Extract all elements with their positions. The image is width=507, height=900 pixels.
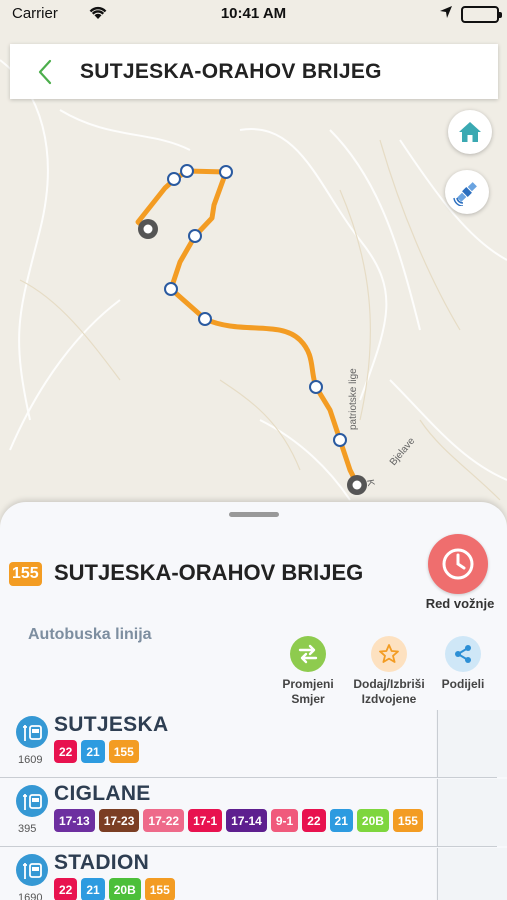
route-header: SUTJESKA-ORAHOV BRIJEG xyxy=(10,44,498,99)
line-chip[interactable]: 22 xyxy=(54,740,78,763)
street-label-bjelave: Bjelave xyxy=(388,435,418,468)
line-chip[interactable]: 155 xyxy=(144,878,175,900)
route-line xyxy=(135,168,360,487)
line-chips: 22 21 20B 155 xyxy=(54,878,175,900)
route-stop-marker[interactable] xyxy=(188,229,202,243)
page-title: SUTJESKA-ORAHOV BRIJEG xyxy=(80,59,382,83)
line-chip[interactable]: 17-23 xyxy=(98,809,140,832)
line-chip[interactable]: 22 xyxy=(302,809,326,832)
line-chip[interactable]: 17-1 xyxy=(188,809,223,832)
route-start-marker-center xyxy=(143,224,153,234)
stop-name: SUTJESKA xyxy=(54,713,169,736)
timetable-button[interactable] xyxy=(428,534,488,594)
bus-stop-icon xyxy=(16,785,48,817)
row-side-panel xyxy=(436,710,507,777)
row-side-panel xyxy=(436,848,507,900)
list-item[interactable]: 1609 SUTJESKA 22 21 155 xyxy=(0,710,507,778)
favorite-button[interactable]: Dodaj/Izbriši Izdvojene xyxy=(349,636,429,707)
line-chip[interactable]: 21 xyxy=(81,740,105,763)
line-chip[interactable]: 20B xyxy=(356,809,389,832)
action-label: Izdvojene xyxy=(361,692,417,706)
line-title: SUTJESKA-ORAHOV BRIJEG xyxy=(54,560,364,585)
route-end-marker-center xyxy=(352,480,362,490)
route-stop-marker[interactable] xyxy=(219,165,233,179)
stop-name: STADION xyxy=(54,851,150,874)
line-chip[interactable]: 155 xyxy=(392,809,423,832)
location-arrow-icon xyxy=(439,5,453,22)
row-divider xyxy=(437,779,438,846)
list-item[interactable]: 1690 STADION 22 21 20B 155 xyxy=(0,848,507,900)
row-divider xyxy=(437,710,438,777)
action-label: Podijeli xyxy=(441,677,485,691)
row-side-panel xyxy=(436,779,507,846)
line-chip[interactable]: 155 xyxy=(108,740,139,763)
satellite-icon xyxy=(453,182,477,206)
gps-button[interactable] xyxy=(445,170,489,214)
bus-line-label: Autobuska linija xyxy=(28,626,152,643)
line-chip[interactable]: 21 xyxy=(329,809,353,832)
route-details-sheet[interactable]: 155 SUTJESKA-ORAHOV BRIJEG Red vožnje Au… xyxy=(0,502,507,900)
line-chip[interactable]: 9-1 xyxy=(270,809,299,832)
bus-stop-icon xyxy=(16,854,48,886)
action-label: Promjeni xyxy=(282,677,334,691)
clock-icon xyxy=(442,548,474,580)
bus-stop-icon xyxy=(16,716,48,748)
sheet-grabber[interactable] xyxy=(229,512,279,517)
list-item[interactable]: 395 CIGLANE 17-13 17-23 17-22 17-1 17-14 9-1 2… xyxy=(0,779,507,847)
route-stop-marker[interactable] xyxy=(167,172,181,186)
stop-number: 1609 xyxy=(18,754,43,766)
stop-name: CIGLANE xyxy=(54,782,151,805)
line-chip[interactable]: 17-14 xyxy=(226,809,267,832)
share-icon xyxy=(445,636,481,672)
route-stop-marker[interactable] xyxy=(164,282,178,296)
line-chip[interactable]: 17-13 xyxy=(54,809,95,832)
route-stop-marker[interactable] xyxy=(309,380,323,394)
back-button[interactable] xyxy=(10,44,80,99)
star-icon xyxy=(371,636,407,672)
action-label: Smjer xyxy=(291,692,325,706)
stop-number: 1690 xyxy=(18,892,43,900)
line-chip[interactable]: 21 xyxy=(81,878,105,900)
status-bar: Carrier 10:41 AM xyxy=(0,0,507,30)
route-stop-marker[interactable] xyxy=(180,164,194,178)
chevron-left-icon xyxy=(38,59,52,84)
timetable-label[interactable]: Red vožnje xyxy=(415,596,505,611)
action-label: Dodaj/Izbriši xyxy=(353,677,425,691)
line-chips: 22 21 155 xyxy=(54,740,139,763)
route-stop-marker[interactable] xyxy=(333,433,347,447)
line-chip[interactable]: 17-22 xyxy=(143,809,185,832)
stop-number: 395 xyxy=(18,823,37,835)
swap-icon xyxy=(290,636,326,672)
battery-icon xyxy=(461,6,502,23)
home-button[interactable] xyxy=(448,110,492,154)
change-direction-button[interactable]: Promjeni Smjer xyxy=(268,636,348,707)
row-divider xyxy=(437,848,438,900)
line-chip[interactable]: 20B xyxy=(108,878,141,900)
line-number-badge: 155 xyxy=(9,562,42,586)
route-stop-marker[interactable] xyxy=(198,312,212,326)
street-label-patriotske: patriotske lige xyxy=(348,368,359,430)
line-chip[interactable]: 22 xyxy=(54,878,78,900)
home-icon xyxy=(459,122,481,142)
line-chips: 17-13 17-23 17-22 17-1 17-14 9-1 22 21 20B 155 xyxy=(54,809,423,832)
share-button[interactable]: Podijeli xyxy=(423,636,503,692)
clock: 10:41 AM xyxy=(220,5,287,22)
